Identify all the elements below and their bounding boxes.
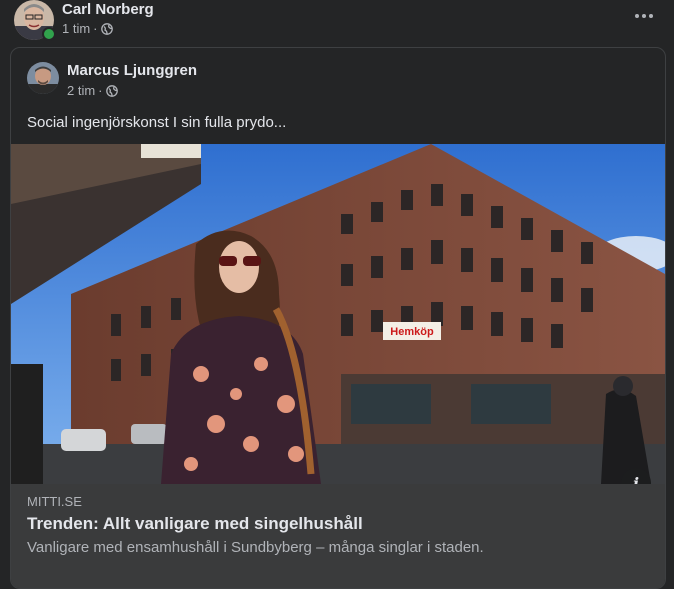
link-preview[interactable]: MITTI.SE Trenden: Allt vanligare med sin… (11, 484, 665, 588)
post-timestamp[interactable]: 1 tim (62, 21, 90, 36)
shared-author-avatar-image (27, 62, 59, 94)
shared-post-meta: 2 tim · (67, 83, 118, 98)
street-photo-image: Hemköp (11, 144, 665, 484)
shared-post-card[interactable]: Marcus Ljunggren 2 tim · Social ingenjör… (10, 47, 666, 589)
link-domain: MITTI.SE (27, 494, 82, 509)
store-sign-text: Hemköp (390, 326, 434, 338)
online-status-dot (42, 27, 56, 41)
more-dot (635, 14, 639, 18)
meta-separator: · (93, 21, 98, 36)
globe-icon (100, 22, 113, 35)
shared-post-text: Social ingenjörskonst I sin fulla prydo.… (27, 114, 287, 131)
globe-icon (105, 84, 118, 97)
shared-post-timestamp[interactable]: 2 tim (67, 83, 95, 98)
info-icon: i (632, 473, 640, 485)
meta-separator: · (98, 83, 103, 98)
post-meta: 1 tim · (62, 21, 113, 36)
shared-author-name[interactable]: Marcus Ljunggren (67, 62, 197, 79)
author-name[interactable]: Carl Norberg (62, 1, 154, 18)
more-dot (649, 14, 653, 18)
link-description: Vanligare med ensamhushåll i Sundbyberg … (27, 539, 484, 556)
more-options-button[interactable] (626, 2, 662, 30)
shared-author-avatar[interactable] (27, 62, 59, 94)
link-title[interactable]: Trenden: Allt vanligare med singelhushål… (27, 514, 363, 534)
more-dot (642, 14, 646, 18)
post-photo[interactable]: Hemköp i (11, 144, 665, 484)
